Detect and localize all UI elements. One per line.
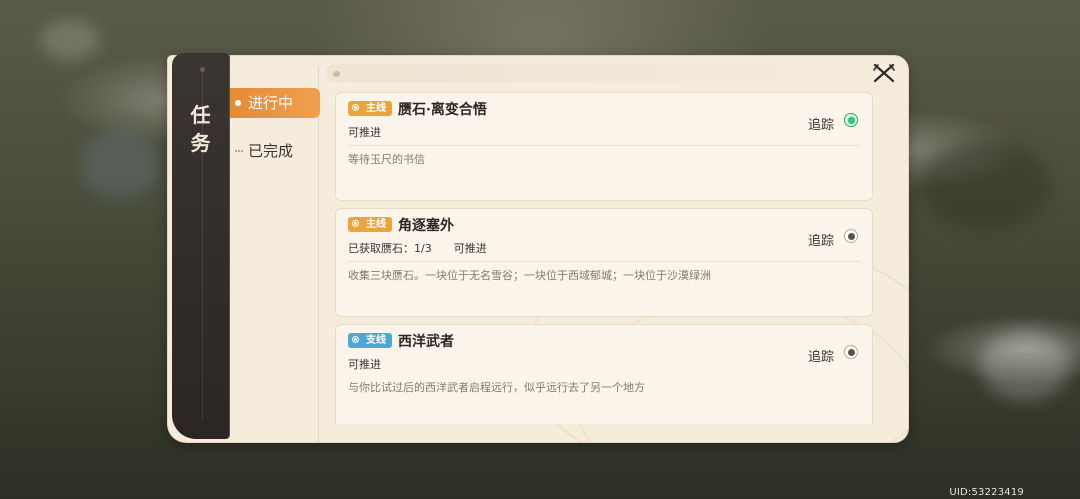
close-icon [873, 63, 895, 83]
track-label: 追踪 [807, 234, 834, 249]
tab-in-progress[interactable]: 进行中 [230, 88, 320, 118]
panel-title: 任 务 [172, 101, 229, 157]
card-divider [348, 261, 860, 262]
background-blur [40, 20, 100, 60]
track-label: 追踪 [807, 118, 834, 133]
track-toggle[interactable] [844, 345, 858, 359]
list-header-dot [333, 71, 340, 77]
quest-type-badge: 主线 [348, 217, 392, 232]
quest-title: 西洋武者 [398, 334, 454, 350]
track-label: 追踪 [807, 350, 834, 365]
quest-title: 赝石·离变合悟 [398, 102, 487, 118]
quest-status-text: 可推进 [453, 242, 487, 255]
quest-description: 与你比试过后的西洋武者启程远行，似乎远行去了另一个地方 [348, 381, 645, 394]
tab-completed[interactable]: 已完成 [230, 136, 320, 166]
target-icon [352, 220, 359, 227]
background-blur [80, 130, 160, 200]
quest-type-label: 支线 [366, 335, 386, 346]
track-toggle[interactable] [844, 113, 858, 127]
user-id: UID:53223419 [949, 487, 1024, 498]
quest-progress-text: 已获取赝石：1/3 [348, 242, 432, 255]
target-icon [352, 336, 359, 343]
card-divider [348, 145, 860, 146]
quest-status-text: 可推进 [348, 358, 381, 371]
tab-label: 已完成 [248, 142, 294, 160]
quest-side-tab: 任 务 [172, 53, 229, 439]
quest-card[interactable]: 主线 赝石·离变合悟 可推进 等待玉尺的书信 追踪 [335, 92, 873, 201]
close-button[interactable] [872, 62, 896, 84]
dots-icon [235, 150, 243, 154]
quest-status: 已获取赝石：1/3 可推进 [348, 240, 487, 256]
side-tab-dot [200, 67, 205, 72]
quest-type-badge: 支线 [348, 333, 392, 348]
tab-label: 进行中 [248, 94, 294, 112]
track-toggle[interactable] [844, 229, 858, 243]
quest-nav: 进行中 已完成 [230, 88, 320, 166]
quest-type-badge: 主线 [348, 101, 392, 116]
quest-title: 角逐塞外 [398, 218, 454, 234]
active-bullet-icon [235, 100, 241, 106]
quest-status: 可推进 [348, 356, 381, 372]
target-icon [352, 104, 359, 111]
background-blur [980, 330, 1070, 400]
panel-title-char: 务 [190, 131, 211, 155]
list-header-bar [326, 64, 886, 82]
quest-description: 收集三块赝石。一块位于无名雪谷；一块位于西域郁城；一块位于沙漠绿洲 [348, 269, 711, 282]
panel-title-char: 任 [190, 103, 211, 127]
quest-type-label: 主线 [366, 103, 386, 114]
quest-status: 可推进 [348, 124, 381, 140]
quest-description: 等待玉尺的书信 [348, 153, 425, 166]
background-blur [920, 140, 1050, 230]
quest-status-text: 可推进 [348, 126, 381, 139]
quest-card[interactable]: 主线 角逐塞外 已获取赝石：1/3 可推进 收集三块赝石。一块位于无名雪谷；一块位… [335, 208, 873, 317]
quest-type-label: 主线 [366, 219, 386, 230]
quest-card[interactable]: 支线 西洋武者 可推进 与你比试过后的西洋武者启程远行，似乎远行去了另一个地方 … [335, 324, 873, 424]
